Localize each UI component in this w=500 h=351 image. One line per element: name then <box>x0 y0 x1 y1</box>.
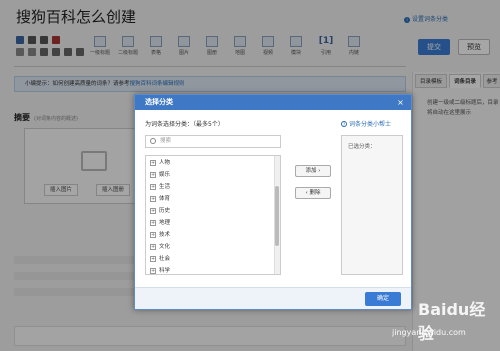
delete-button[interactable]: ‹ 删除 <box>295 187 331 199</box>
list-item[interactable]: + 历史 <box>150 206 170 216</box>
dialog-title: 选择分类 <box>135 95 411 110</box>
expand-icon: + <box>150 183 156 190</box>
search-placeholder: 搜索 <box>160 138 172 144</box>
expand-icon: + <box>150 159 156 166</box>
list-item[interactable]: + 体育 <box>150 194 170 204</box>
list-item[interactable]: + 娱乐 <box>150 170 170 180</box>
watermark: Baidu经验 jingyan.baidu.com <box>388 294 498 348</box>
help-link[interactable]: ? 词条分类小帮士 <box>341 119 391 128</box>
close-icon[interactable]: × <box>396 98 405 107</box>
selected-categories-box: 已选分类： <box>341 135 403 275</box>
scrollbar-thumb[interactable] <box>275 186 279 246</box>
help-icon: ? <box>341 121 347 127</box>
expand-icon: + <box>150 231 156 238</box>
expand-icon: + <box>150 267 156 274</box>
list-item[interactable]: + 科学 <box>150 266 170 274</box>
list-item[interactable]: + 人物 <box>150 158 170 168</box>
expand-icon: + <box>150 255 156 262</box>
category-dialog: 选择分类 × 为词条选择分类：（最多5个） ? 词条分类小帮士 搜索 + 人物 + 娱… <box>134 94 412 310</box>
expand-icon: + <box>150 243 156 250</box>
watermark-url: jingyan.baidu.com <box>392 328 466 337</box>
category-list: + 人物 + 娱乐 + 生活 + 体育 + 历史 + 地理 + 技术 + 文化 + 社会 + 科学 <box>145 155 281 275</box>
list-item[interactable]: + 地理 <box>150 218 170 228</box>
list-item[interactable]: + 技术 <box>150 230 170 240</box>
search-icon <box>150 138 156 144</box>
list-item[interactable]: + 生活 <box>150 182 170 192</box>
dialog-footer: 确定 <box>135 287 411 309</box>
add-button[interactable]: 添加 › <box>295 165 331 177</box>
select-label: 为词条选择分类：（最多5个） <box>145 121 224 128</box>
list-item[interactable]: + 文化 <box>150 242 170 252</box>
selected-label: 已选分类： <box>348 144 376 150</box>
category-search-input[interactable]: 搜索 <box>145 135 281 148</box>
list-scrollbar[interactable] <box>274 156 280 274</box>
expand-icon: + <box>150 195 156 202</box>
expand-icon: + <box>150 219 156 226</box>
expand-icon: + <box>150 207 156 214</box>
list-item[interactable]: + 社会 <box>150 254 170 264</box>
expand-icon: + <box>150 171 156 178</box>
